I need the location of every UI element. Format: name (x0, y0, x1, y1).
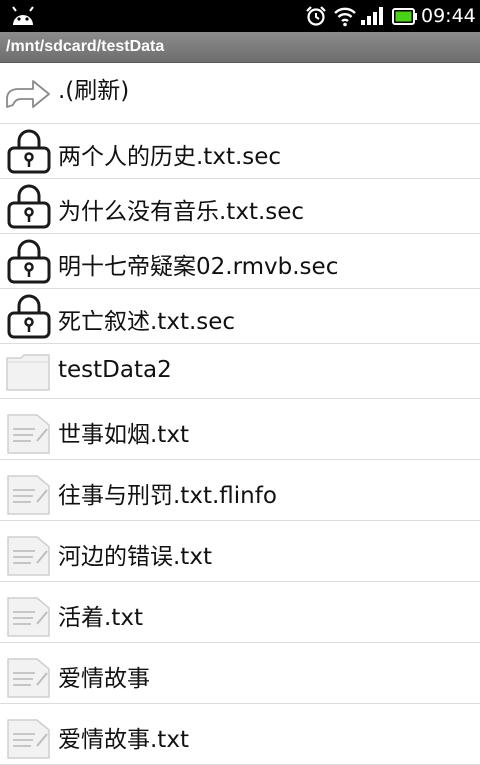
file-name: 河边的错误.txt (58, 544, 212, 570)
status-bar: 09:44 (0, 0, 480, 32)
file-list-item[interactable]: 明十七帝疑案02.rmvb.sec (0, 234, 480, 289)
file-name: 为什么没有音乐.txt.sec (58, 199, 305, 225)
file-name: 爱情故事.txt (58, 727, 189, 753)
file-name: 死亡叙述.txt.sec (58, 309, 236, 335)
file-list-item[interactable]: 死亡叙述.txt.sec (0, 289, 480, 344)
text-file-icon (3, 527, 53, 581)
lock-icon (3, 183, 55, 235)
text-file-icon (3, 649, 53, 703)
lock-icon (3, 293, 55, 345)
text-file-icon (3, 588, 53, 642)
lock-icon (3, 128, 55, 180)
file-name: testData2 (58, 357, 172, 383)
alarm-icon (305, 5, 327, 31)
text-file-icon (3, 710, 53, 764)
file-name: 两个人的历史.txt.sec (58, 144, 282, 170)
file-list-item[interactable]: 两个人的历史.txt.sec (0, 124, 480, 179)
file-name: 活着.txt (58, 605, 143, 631)
file-list-item[interactable]: .(刷新) (0, 63, 480, 124)
file-name: 明十七帝疑案02.rmvb.sec (58, 254, 339, 280)
file-name: 往事与刑罚.txt.flinfo (58, 483, 277, 509)
clock-time: 09:44 (421, 5, 476, 27)
file-list-item[interactable]: 爱情故事 (0, 643, 480, 704)
current-path: /mnt/sdcard/testData (6, 38, 165, 55)
android-icon (10, 5, 36, 31)
file-name: 世事如烟.txt (58, 422, 189, 448)
file-list-item[interactable]: 世事如烟.txt (0, 399, 480, 460)
battery-icon (392, 8, 418, 29)
folder-icon (3, 348, 53, 400)
wifi-icon (333, 5, 357, 31)
text-file-icon (3, 466, 53, 520)
file-name: .(刷新) (58, 78, 130, 104)
text-file-icon (3, 405, 53, 459)
signal-icon (360, 6, 384, 30)
file-list-item[interactable]: 活着.txt (0, 582, 480, 643)
file-list-item[interactable]: 为什么没有音乐.txt.sec (0, 179, 480, 234)
refresh-arrow-icon (3, 69, 53, 123)
path-bar: /mnt/sdcard/testData (0, 32, 480, 63)
file-list-item[interactable]: testData2 (0, 344, 480, 399)
file-list-item[interactable]: 爱情故事.txt (0, 704, 480, 765)
file-list-item[interactable]: 往事与刑罚.txt.flinfo (0, 460, 480, 521)
lock-icon (3, 238, 55, 290)
file-list-item[interactable]: 河边的错误.txt (0, 521, 480, 582)
file-name: 爱情故事 (58, 666, 150, 692)
